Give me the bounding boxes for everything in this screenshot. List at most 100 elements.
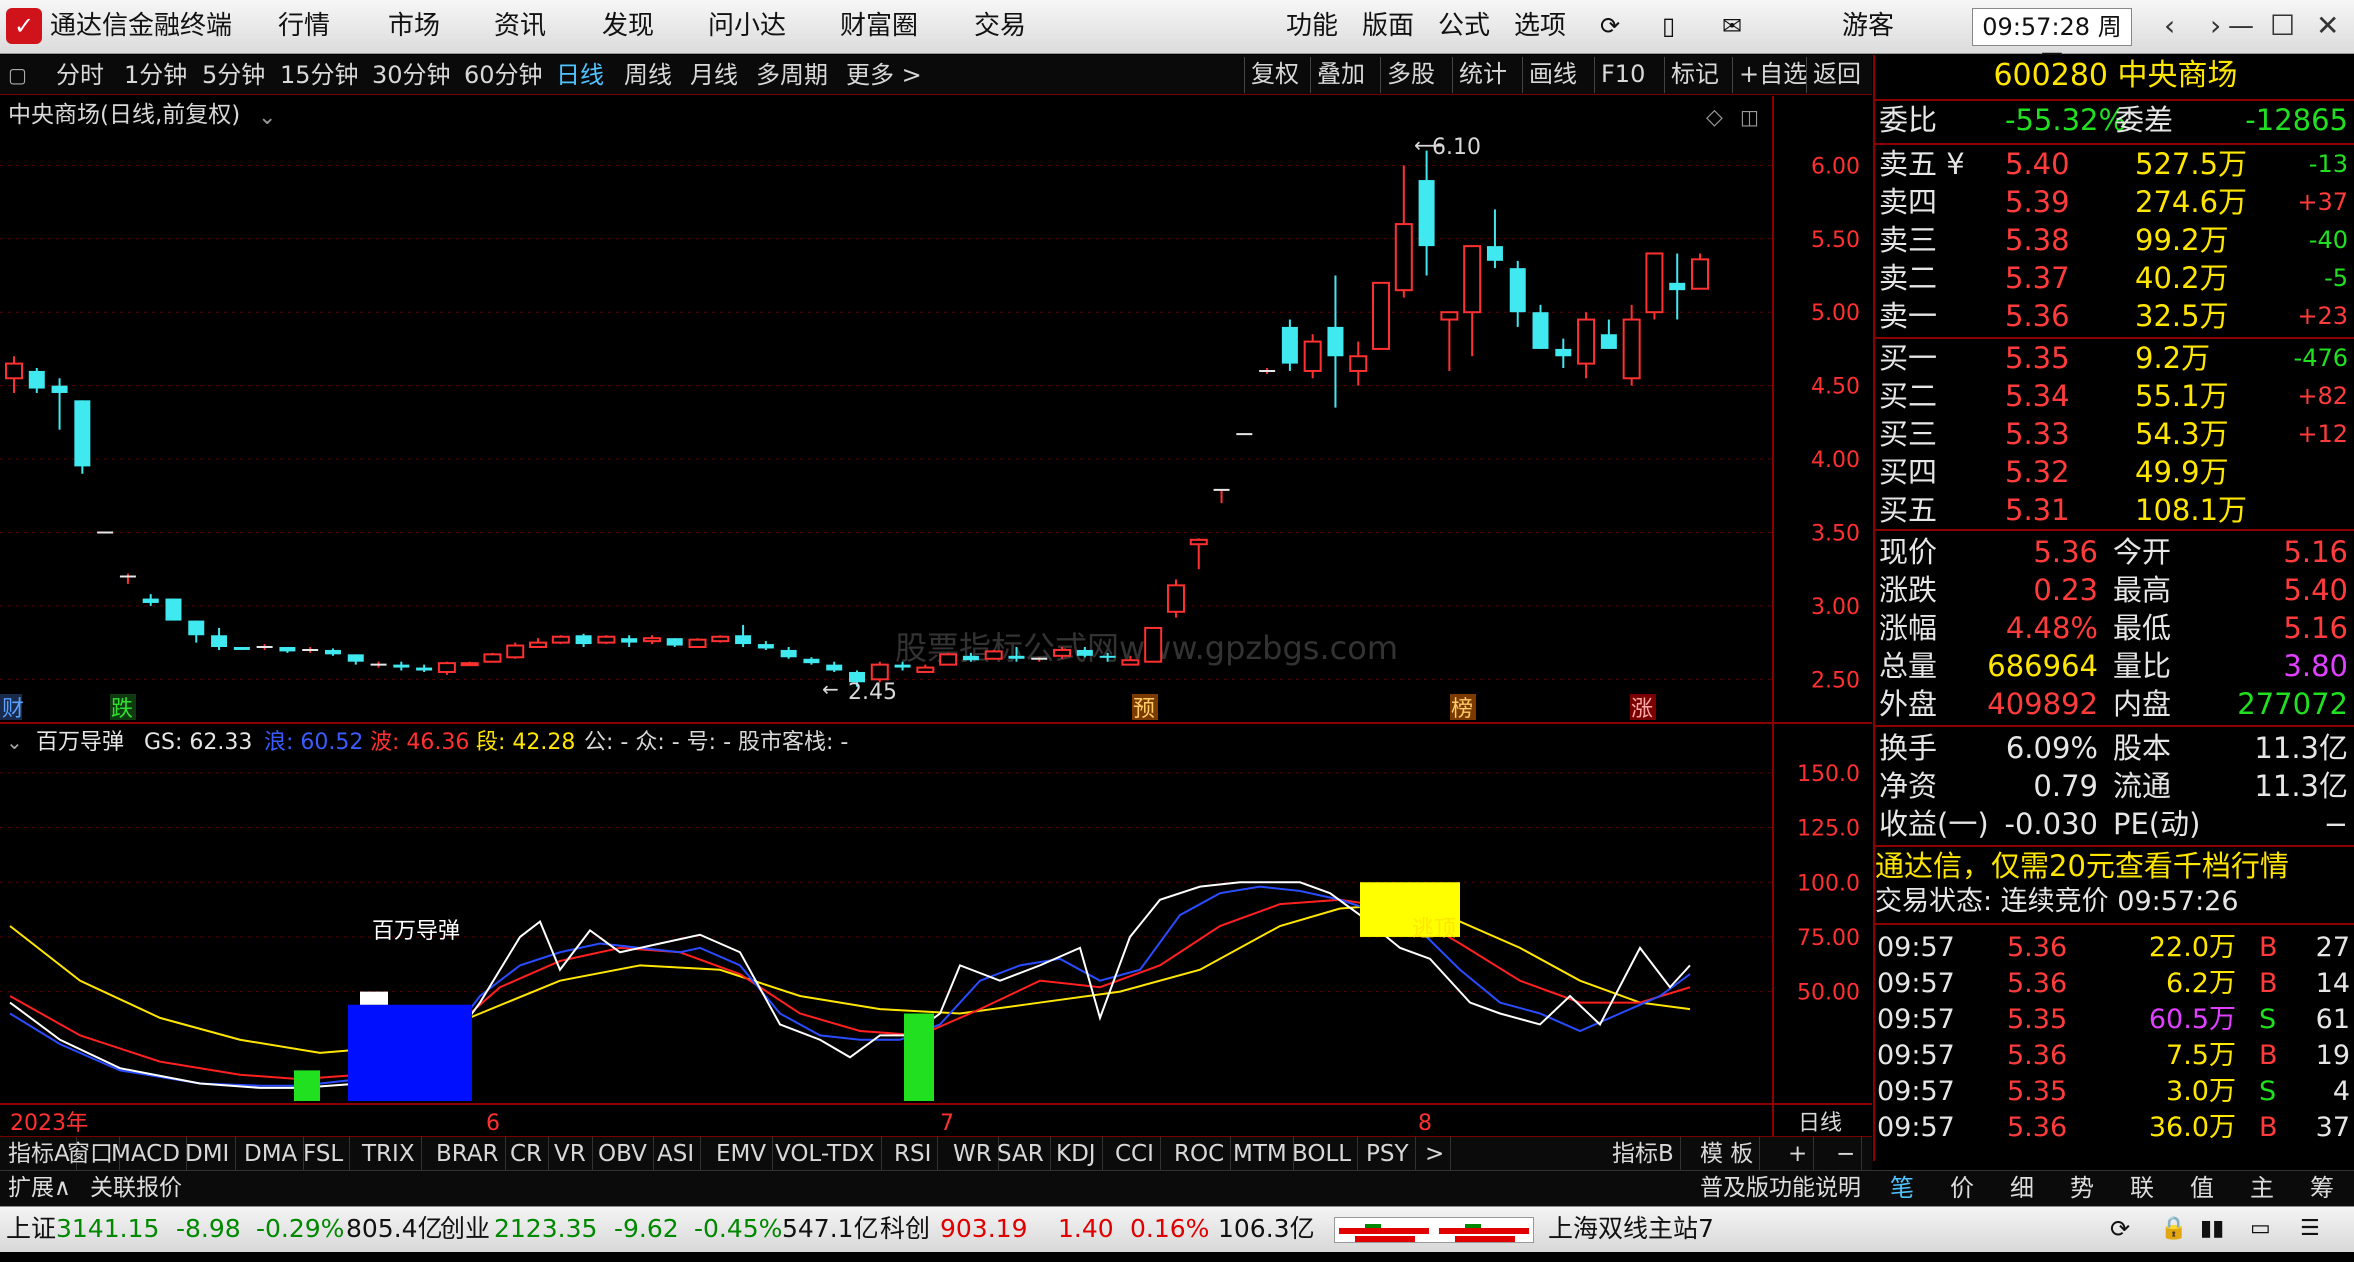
- right-tab[interactable]: 联: [2130, 1172, 2154, 1204]
- indicator-tab[interactable]: 指标B: [1606, 1137, 1681, 1171]
- menu-banmian[interactable]: 版面: [1362, 8, 1414, 44]
- indicator-tab[interactable]: +: [1782, 1137, 1815, 1171]
- forward-arrow-icon[interactable]: ›: [2210, 8, 2221, 44]
- kc-label[interactable]: 科创: [880, 1207, 930, 1251]
- menu-gongneng[interactable]: 功能: [1286, 8, 1338, 44]
- period-monthly[interactable]: 月线: [690, 58, 738, 92]
- period-1min[interactable]: 1分钟: [124, 58, 187, 92]
- period-15min[interactable]: 15分钟: [280, 58, 359, 92]
- panel-toggle-icon[interactable]: ▢: [8, 58, 27, 92]
- signal-icon[interactable]: ▮▮: [2200, 1207, 2224, 1251]
- indicator-tab[interactable]: −: [1830, 1137, 1863, 1171]
- toolbar-diejia[interactable]: 叠加: [1310, 57, 1371, 93]
- toolbar-back[interactable]: 返回: [1806, 57, 1867, 93]
- phone-icon[interactable]: ▯: [1662, 8, 1675, 44]
- event-tag-yu[interactable]: 预: [1133, 697, 1155, 722]
- asks-row[interactable]: 卖一 5.36 32.5万 +23: [1875, 297, 2354, 335]
- menu-icon[interactable]: ☰: [2300, 1207, 2320, 1251]
- indicator-tab[interactable]: SAR: [991, 1137, 1051, 1171]
- diamond-icon[interactable]: ◇: [1706, 105, 1723, 130]
- main-chart-area[interactable]: 6.00 5.50 5.00 4.50 4.00 3.50 3.00 2.50 150.0 12…: [0, 96, 1872, 1136]
- promo-text[interactable]: 通达信，仅需20元查看千档行情: [1875, 845, 2354, 883]
- period-daily[interactable]: 日线: [556, 58, 604, 92]
- toolbar-fuquan[interactable]: 复权: [1244, 57, 1305, 93]
- indicator-tab[interactable]: TRIX: [356, 1137, 422, 1171]
- indicator-tab[interactable]: CCI: [1109, 1137, 1161, 1171]
- period-fenshi[interactable]: 分时: [56, 58, 104, 92]
- indicator-tab[interactable]: 模 板: [1694, 1137, 1761, 1171]
- indicator-tab[interactable]: MTM: [1227, 1137, 1294, 1171]
- mail-icon[interactable]: ✉: [1722, 8, 1742, 44]
- menu-wenxiaoda[interactable]: 问小达: [708, 8, 786, 44]
- period-weekly[interactable]: 周线: [624, 58, 672, 92]
- version-notice[interactable]: 普及版功能说明: [1700, 1171, 1861, 1205]
- indicator-tab[interactable]: KDJ: [1050, 1137, 1103, 1171]
- event-tag-cai[interactable]: 财: [2, 697, 24, 722]
- period-more[interactable]: 更多 >: [846, 58, 922, 92]
- minimize-icon[interactable]: —: [2228, 8, 2254, 44]
- asks-row[interactable]: 卖五 ¥ 5.40 527.5万 -13: [1875, 145, 2354, 183]
- asks-row[interactable]: 卖四 5.39 274.6万 +37: [1875, 183, 2354, 221]
- layout-icon[interactable]: ◫: [1740, 105, 1759, 129]
- menu-zixun[interactable]: 资讯: [494, 8, 546, 44]
- bids-row[interactable]: 买五 5.31 108.1万: [1875, 491, 2354, 529]
- indicator-tab[interactable]: CR: [504, 1137, 550, 1171]
- menu-xuanxiang[interactable]: 选项: [1514, 8, 1566, 44]
- indicator-tab[interactable]: RSI: [888, 1137, 939, 1171]
- event-tag-die[interactable]: 跌: [111, 697, 133, 722]
- asks-row[interactable]: 卖三 5.38 99.2万 -40: [1875, 221, 2354, 259]
- period-30min[interactable]: 30分钟: [372, 58, 451, 92]
- event-tag-bang[interactable]: 榜: [1451, 697, 1473, 722]
- expand-button[interactable]: 扩展∧: [8, 1171, 71, 1205]
- toolbar-duogu[interactable]: 多股: [1380, 57, 1441, 93]
- toolbar-tongji[interactable]: 统计: [1452, 57, 1513, 93]
- indicator-tab[interactable]: DMA: [238, 1137, 305, 1171]
- indicator-tab[interactable]: ROC: [1168, 1137, 1232, 1171]
- indicator-name[interactable]: 百万导弹: [36, 730, 124, 755]
- indicator-menu-icon[interactable]: ⌄: [6, 730, 23, 754]
- indicator-tab[interactable]: BOLL: [1286, 1137, 1359, 1171]
- chart-menu-icon[interactable]: ⌄: [258, 105, 276, 130]
- indicator-tab[interactable]: OBV: [592, 1137, 654, 1171]
- tick-list[interactable]: 09:57 5.36 22.0万 B 27 09:57 5.36 6.2万 B 14 09:57 5.…: [1875, 923, 2354, 1163]
- menu-faxian[interactable]: 发现: [602, 8, 654, 44]
- stock-code-name[interactable]: 600280 中央商场: [1875, 57, 2354, 95]
- menu-hangqing[interactable]: 行情: [278, 8, 330, 44]
- right-tab[interactable]: 筹: [2310, 1172, 2334, 1204]
- refresh-icon[interactable]: ⟳: [1600, 8, 1620, 44]
- bids-row[interactable]: 买二 5.34 55.1万 +82: [1875, 377, 2354, 415]
- menu-caifuquan[interactable]: 财富圈: [840, 8, 918, 44]
- period-5min[interactable]: 5分钟: [202, 58, 265, 92]
- right-tab[interactable]: 细: [2010, 1172, 2034, 1204]
- indicator-tab[interactable]: FSL: [297, 1137, 351, 1171]
- sh-label[interactable]: 上证: [6, 1207, 56, 1251]
- right-tab[interactable]: 价: [1950, 1172, 1974, 1204]
- indicator-tab[interactable]: ASI: [651, 1137, 702, 1171]
- related-quote-button[interactable]: 关联报价: [90, 1171, 182, 1205]
- indicator-tab[interactable]: VR: [548, 1137, 593, 1171]
- market-breadth-meter[interactable]: [1334, 1217, 1534, 1243]
- toolbar-zixuan[interactable]: +自选: [1732, 57, 1813, 93]
- indicator-tab[interactable]: DMI: [179, 1137, 237, 1171]
- message-icon[interactable]: ▭: [2250, 1207, 2271, 1251]
- lock-icon[interactable]: 🔒: [2160, 1207, 2187, 1251]
- menu-jiaoyi[interactable]: 交易: [974, 8, 1026, 44]
- indicator-tab[interactable]: EMV: [710, 1137, 774, 1171]
- right-tab[interactable]: 势: [2070, 1172, 2094, 1204]
- period-60min[interactable]: 60分钟: [464, 58, 543, 92]
- server-name[interactable]: 上海双线主站7: [1548, 1207, 1714, 1251]
- menu-shichang[interactable]: 市场: [388, 8, 440, 44]
- bids-row[interactable]: 买三 5.33 54.3万 +12: [1875, 415, 2354, 453]
- refresh-icon[interactable]: ⟳: [2110, 1207, 2130, 1251]
- right-tab[interactable]: 笔: [1890, 1172, 1914, 1204]
- indicator-tab[interactable]: VOL-TDX: [769, 1137, 882, 1171]
- account-label[interactable]: 游客: [1842, 8, 1894, 44]
- period-multi[interactable]: 多周期: [756, 58, 828, 92]
- maximize-icon[interactable]: ☐: [2270, 8, 2295, 44]
- indicator-tab[interactable]: BRAR: [430, 1137, 506, 1171]
- bids-row[interactable]: 买一 5.35 9.2万 -476: [1875, 339, 2354, 377]
- toolbar-f10[interactable]: F10: [1594, 57, 1651, 93]
- menu-gongshi[interactable]: 公式: [1438, 8, 1490, 44]
- right-tab[interactable]: 值: [2190, 1172, 2214, 1204]
- back-arrow-icon[interactable]: ‹: [2164, 8, 2175, 44]
